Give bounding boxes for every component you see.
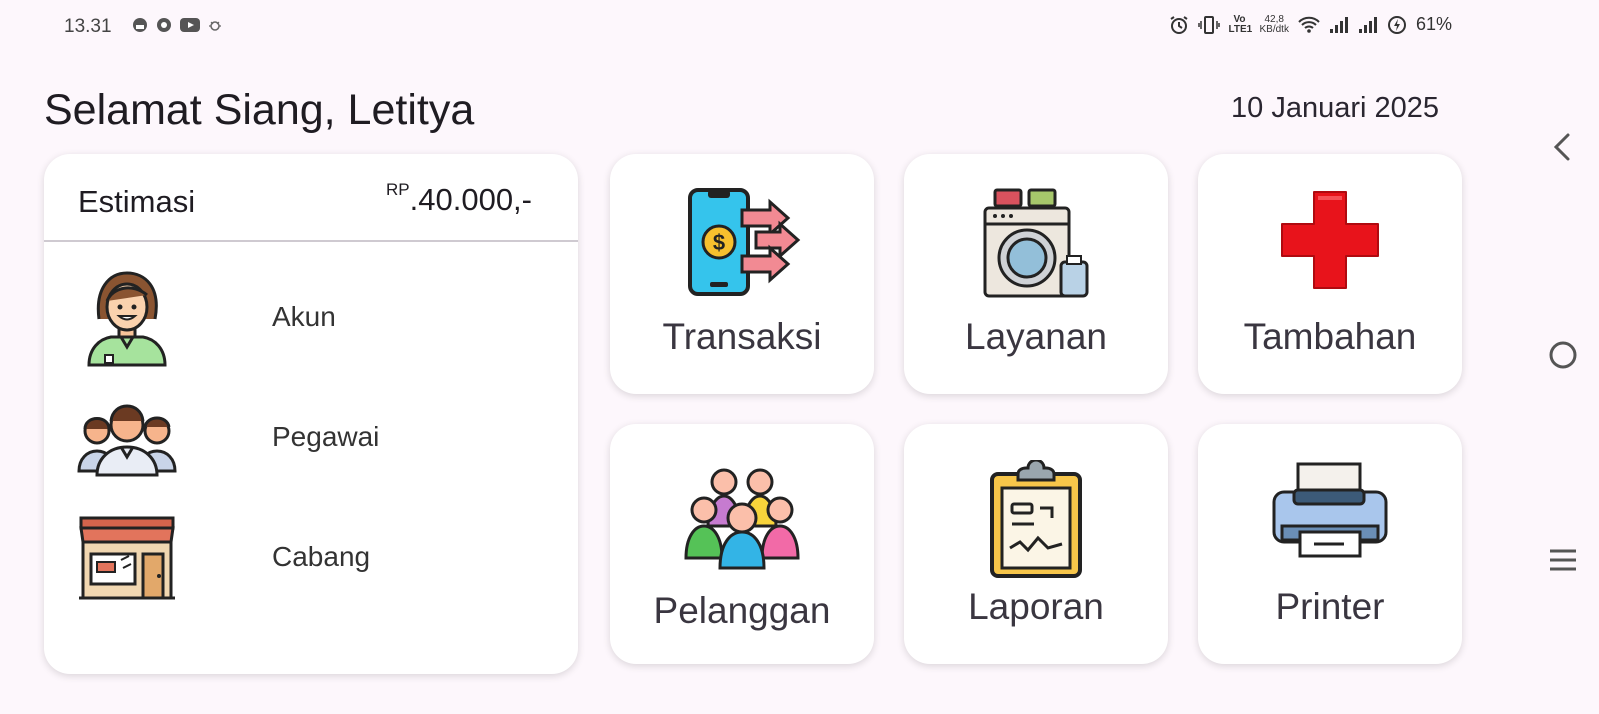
volte-indicator: Vo LTE1: [1228, 13, 1253, 35]
printer-icon: [1198, 462, 1462, 582]
menu-item-cabang[interactable]: Cabang: [76, 502, 536, 612]
youtube-icon: [180, 18, 200, 32]
customers-group-icon: [610, 466, 874, 586]
estimate-value: RP.40.000,-: [386, 180, 532, 217]
battery-percent: 61%: [1415, 14, 1452, 34]
menu-item-label: Akun: [272, 301, 336, 332]
tile-printer[interactable]: Printer: [1198, 424, 1462, 664]
user-woman-icon: [76, 265, 178, 369]
washing-machine-icon: [904, 188, 1168, 308]
tile-pelanggan[interactable]: Pelanggan: [610, 424, 874, 664]
red-plus-icon: [1198, 188, 1462, 308]
vibrate-icon: [1197, 15, 1220, 34]
network-speed: 42,8 KB/dtk: [1259, 13, 1289, 35]
tile-transaksi[interactable]: $ Transaksi: [610, 154, 874, 394]
signal-icon: [1358, 16, 1377, 33]
tile-tambahan[interactable]: Tambahan: [1198, 154, 1462, 394]
status-time: 13.31: [64, 16, 112, 37]
menu-item-pegawai[interactable]: Pegawai: [76, 382, 536, 492]
store-icon: [76, 505, 178, 609]
menu-item-akun[interactable]: Akun: [76, 262, 536, 372]
tile-label: Layanan: [965, 316, 1107, 357]
tile-label: Transaksi: [662, 316, 822, 357]
menu-item-label: Cabang: [272, 541, 371, 572]
bug-icon: [209, 21, 221, 31]
notification-app-icon: [157, 18, 171, 32]
svg-text:$: $: [713, 230, 725, 255]
tile-layanan[interactable]: Layanan: [904, 154, 1168, 394]
status-bar: 13.31 Vo LTE1 42,8 KB/dtk 61%: [0, 0, 1500, 52]
battery-charging-icon: [1387, 15, 1406, 34]
mobile-payment-icon: $: [610, 188, 874, 308]
menu-item-label: Pegawai: [272, 421, 380, 452]
tile-label: Pelanggan: [653, 590, 831, 631]
clipboard-report-icon: [904, 460, 1168, 580]
estimate-header: Estimasi RP.40.000,-: [44, 154, 578, 242]
back-icon[interactable]: [1548, 132, 1576, 162]
employees-group-icon: [76, 385, 178, 489]
tile-laporan[interactable]: Laporan: [904, 424, 1168, 664]
home-icon[interactable]: [1548, 340, 1578, 370]
signal-icon: [1329, 16, 1348, 33]
estimate-card: Estimasi RP.40.000,- Akun Pegawai Cabang: [44, 154, 578, 674]
tile-label: Tambahan: [1243, 316, 1417, 357]
tile-label: Laporan: [968, 586, 1104, 627]
tile-label: Printer: [1275, 586, 1385, 627]
wifi-icon: [1298, 16, 1320, 33]
current-date: 10 Januari 2025: [1231, 92, 1439, 124]
greeting-title: Selamat Siang, Letitya: [44, 86, 475, 134]
estimate-label: Estimasi: [78, 184, 196, 219]
recents-icon[interactable]: [1548, 548, 1578, 572]
alarm-icon: [1169, 15, 1188, 34]
notification-app-icon: [133, 18, 147, 32]
